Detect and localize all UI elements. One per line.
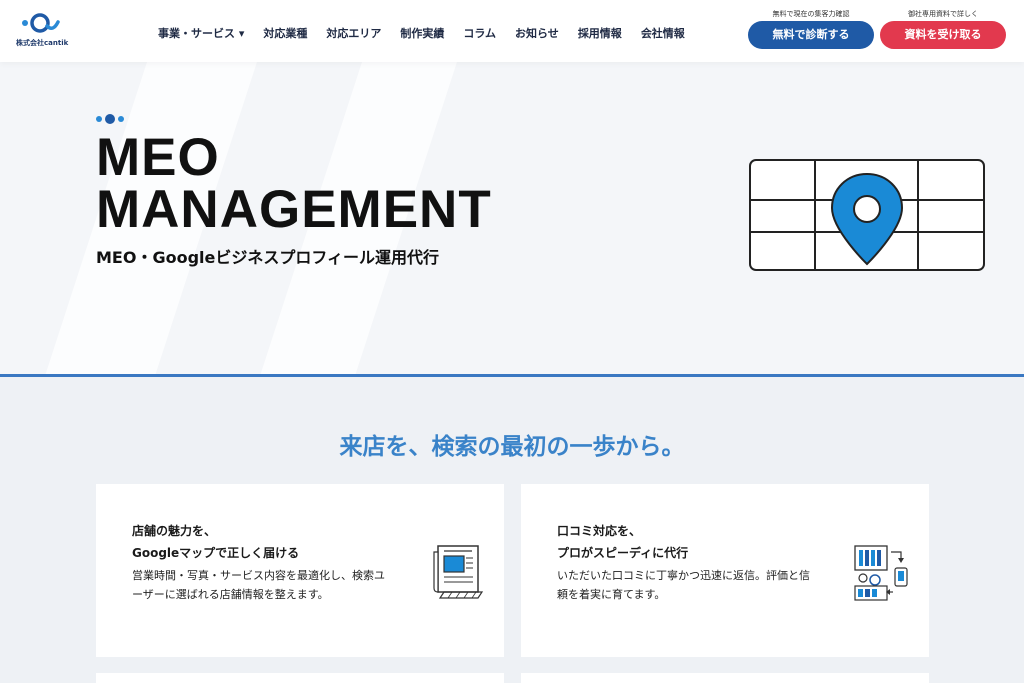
feature-card-body: いただいた口コミに丁寧かつ迅速に返信。評価と信頼を着実に育てます。 bbox=[557, 569, 810, 601]
feature-card-title: 口コミ対応を、 プロがスピーディに代行 bbox=[557, 520, 688, 564]
feature-card-title-line2: Googleマップで正しく届ける bbox=[132, 546, 300, 560]
map-pin-icon bbox=[749, 159, 985, 271]
feature-card: 店舗の魅力を、 Googleマップで正しく届ける 営業時間・写真・サービス内容を… bbox=[96, 484, 504, 657]
feature-card-peek bbox=[521, 673, 929, 683]
nav-item-areas[interactable]: 対応エリア bbox=[326, 25, 381, 41]
feature-card-title: 店舗の魅力を、 Googleマップで正しく届ける bbox=[132, 520, 299, 564]
cta-docs: 御社専用資料で詳しく 資料を受け取る bbox=[880, 9, 1006, 49]
page-title-line1: MEO bbox=[96, 128, 220, 187]
page-subtitle: MEO・Googleビジネスプロフィール運用代行 bbox=[96, 248, 440, 267]
feature-card-title-line2: プロがスピーディに代行 bbox=[557, 546, 689, 560]
hero-section: MEO MANAGEMENT MEO・Googleビジネスプロフィール運用代行 bbox=[0, 62, 1024, 374]
logo-text: 株式会社cantik bbox=[16, 39, 69, 47]
company-logo[interactable]: 株式会社cantik bbox=[16, 8, 68, 48]
cta-diagnosis-note: 無料で現在の集客力確認 bbox=[772, 10, 850, 18]
dashboard-icon bbox=[854, 545, 908, 601]
nav-item-services[interactable]: 事業・サービス ▾ bbox=[158, 25, 244, 41]
nav-item-column[interactable]: コラム bbox=[463, 25, 496, 41]
cta-diagnosis: 無料で現在の集客力確認 無料で診断する bbox=[748, 9, 874, 49]
get-documents-button[interactable]: 資料を受け取る bbox=[880, 21, 1006, 49]
site-header: 株式会社cantik 事業・サービス ▾ 対応業種 対応エリア 制作実績 コラム… bbox=[0, 0, 1024, 62]
section-title: 来店を、検索の最初の一歩から。 bbox=[339, 434, 685, 460]
page-title-line2: MANAGEMENT bbox=[96, 180, 492, 239]
feature-card-title-line1: 口コミ対応を、 bbox=[557, 524, 642, 538]
main-nav: 事業・サービス ▾ 対応業種 対応エリア 制作実績 コラム お知らせ 採用情報 … bbox=[158, 25, 704, 41]
free-diagnosis-button[interactable]: 無料で診断する bbox=[748, 21, 874, 49]
cta-docs-note: 御社専用資料で詳しく bbox=[908, 10, 978, 18]
feature-card-peek bbox=[96, 673, 504, 683]
features-section: 来店を、検索の最初の一歩から。 店舗の魅力を、 Googleマップで正しく届ける… bbox=[0, 377, 1024, 683]
feature-card: 口コミ対応を、 プロがスピーディに代行 いただいた口コミに丁寧かつ迅速に返信。評… bbox=[521, 484, 929, 657]
feature-card-body: 営業時間・写真・サービス内容を最適化し、検索ユーザーに選ばれる店舗情報を整えます… bbox=[132, 569, 385, 601]
nav-item-industries[interactable]: 対応業種 bbox=[263, 25, 307, 41]
newspaper-icon bbox=[433, 545, 484, 599]
nav-item-company[interactable]: 会社情報 bbox=[641, 25, 685, 41]
dots-decoration-icon bbox=[96, 114, 126, 124]
nav-item-works[interactable]: 制作実績 bbox=[400, 25, 444, 41]
nav-item-recruit[interactable]: 採用情報 bbox=[578, 25, 622, 41]
logo-mark-icon bbox=[22, 13, 60, 33]
page-title: MEO MANAGEMENT bbox=[96, 128, 492, 239]
nav-item-news[interactable]: お知らせ bbox=[515, 25, 559, 41]
feature-card-title-line1: 店舗の魅力を、 bbox=[132, 524, 217, 538]
